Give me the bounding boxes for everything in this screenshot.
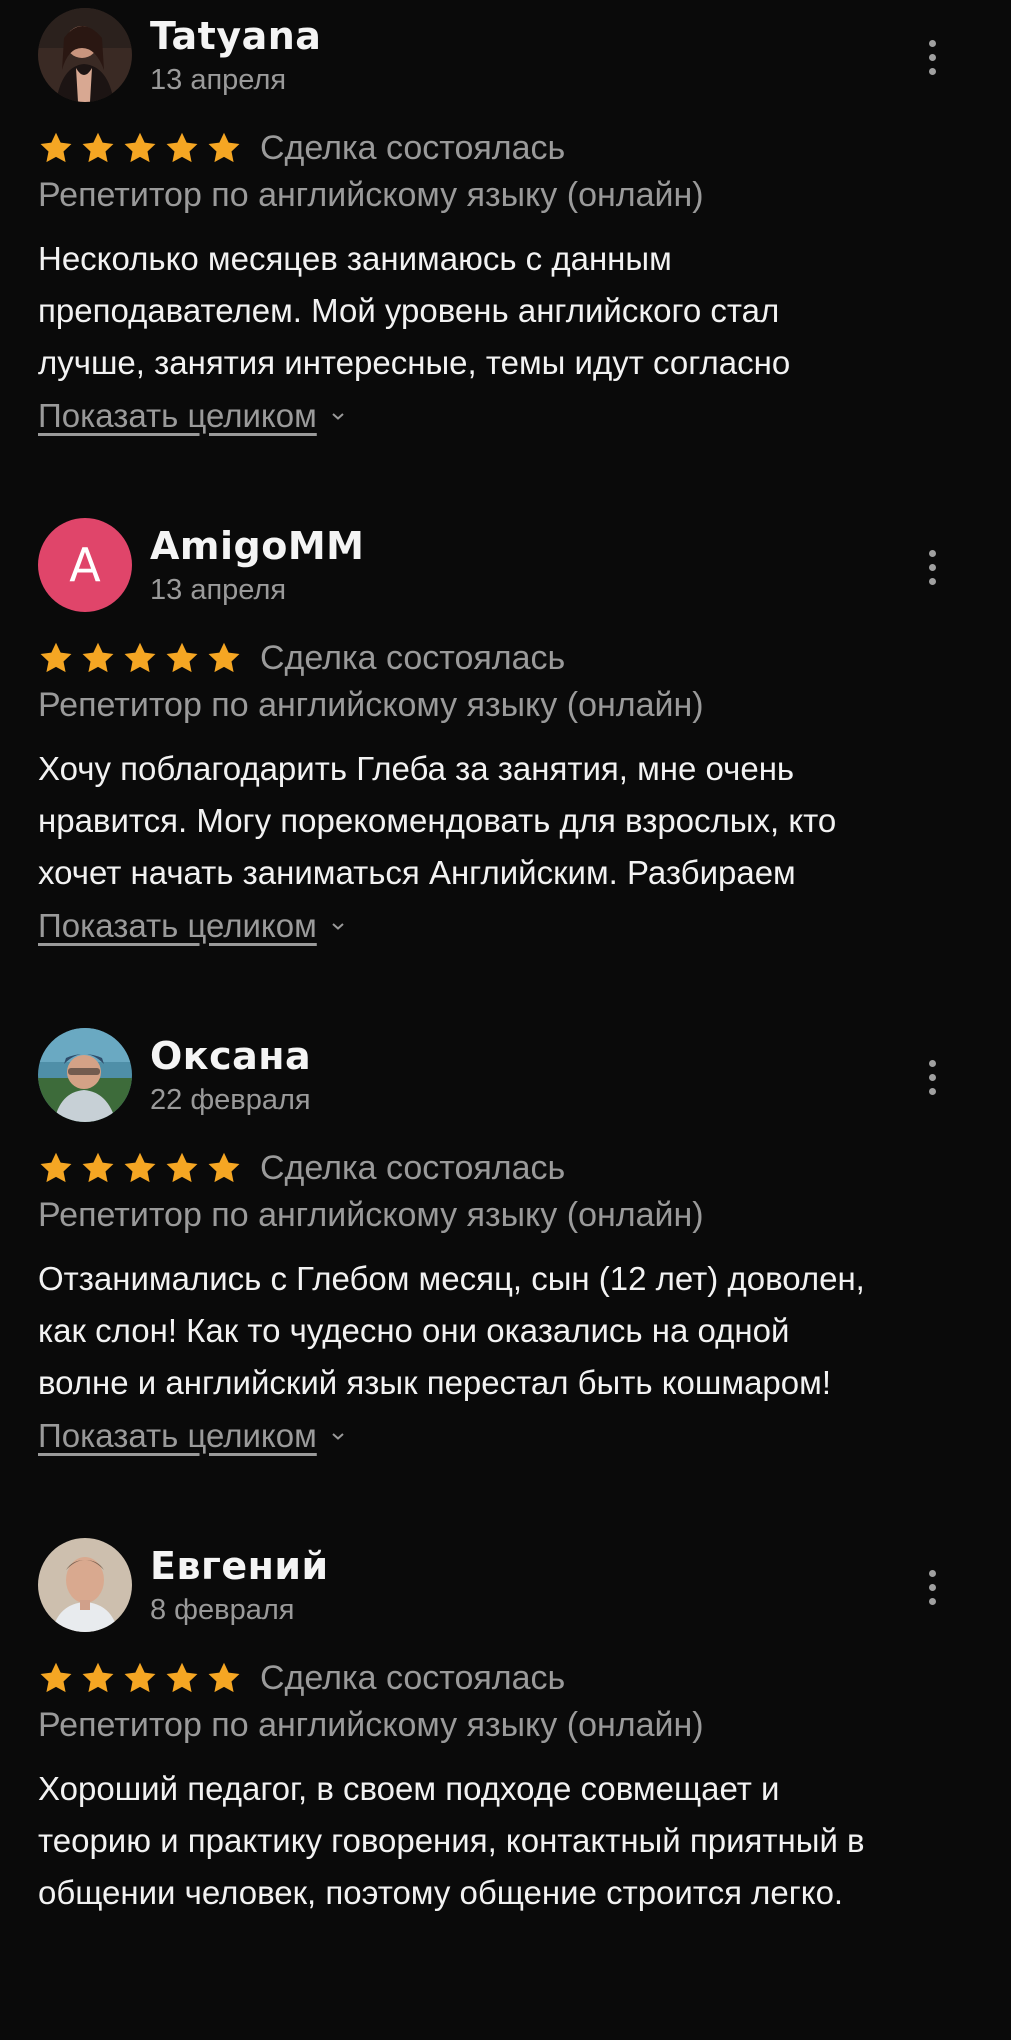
star-rating [38,640,242,676]
deal-status: Сделка состоялась [260,638,566,677]
service-name: Репетитор по английскому языку (онлайн) [38,1196,704,1234]
review-text: Хороший педагог, в своем подходе совмеща… [38,1763,978,1919]
service-name: Репетитор по английскому языку (онлайн) [38,1706,704,1744]
star-icon [166,1662,198,1693]
dot-icon [928,1073,936,1081]
more-options-button[interactable] [910,540,954,594]
review-text-line: теорию и практику говорения, контактный … [38,1822,865,1859]
star-icon [166,642,198,673]
review-text: Несколько месяцев занимаюсь с данным пре… [38,233,978,389]
show-full-label[interactable]: Показать целиком [38,1417,317,1455]
star-icon [208,1152,240,1183]
star-rating [38,130,242,166]
star-icon [40,132,72,163]
star-rating [38,1150,242,1186]
review-text-line: Отзанимались с Глебом месяц, сын (12 лет… [38,1260,865,1297]
review-text-line: Несколько месяцев занимаюсь с данным [38,240,672,277]
dot-icon [928,1059,936,1067]
more-options-button[interactable] [910,1050,954,1104]
star-icon [82,132,114,163]
avatar-letter: A [69,538,101,592]
service-name: Репетитор по английскому языку (онлайн) [38,686,704,724]
star-icon [124,132,156,163]
more-options-button[interactable] [910,1560,954,1614]
dot-icon [928,577,936,585]
author-name: Оксана [150,1034,312,1078]
review-date: 22 февраля [150,1084,311,1116]
review-text-line: общении человек, поэтому общение строитс… [38,1874,844,1911]
show-full-link[interactable]: Показать целиком [38,907,345,945]
star-icon [82,1152,114,1183]
dot-icon [928,53,936,61]
star-icon [166,132,198,163]
dot-icon [928,1597,936,1605]
dot-icon [928,563,936,571]
rating-row: Сделка состоялась [38,1656,565,1700]
rating-row: Сделка состоялась [38,126,565,170]
avatar[interactable] [38,1538,132,1632]
show-full-label[interactable]: Показать целиком [38,397,317,435]
review-card: Евгений 8 февраля Сделка состоялась Репе… [0,1530,1011,2040]
dot-icon [928,1569,936,1577]
review-date: 13 апреля [150,574,287,606]
more-options-button[interactable] [910,30,954,84]
deal-status: Сделка состоялась [260,1658,566,1697]
star-icon [208,642,240,673]
star-icon [124,1152,156,1183]
review-text-line: лучше, занятия интересные, темы идут сог… [38,344,791,381]
review-text: Отзанимались с Глебом месяц, сын (12 лет… [38,1253,978,1409]
star-icon [82,642,114,673]
chevron-down-icon [332,923,344,930]
deal-status: Сделка состоялась [260,1148,566,1187]
chevron-down-icon [332,1433,344,1440]
star-icon [40,642,72,673]
show-full-label[interactable]: Показать целиком [38,907,317,945]
author-name: Tatyana [150,14,322,58]
show-full-link[interactable]: Показать целиком [38,1417,345,1455]
review-card: Tatyana 13 апреля Сделка состоялась Репе… [0,0,1011,510]
review-text-line: волне и английский язык перестал быть ко… [38,1364,831,1401]
star-icon [208,132,240,163]
star-icon [40,1152,72,1183]
star-icon [124,1662,156,1693]
dot-icon [928,1583,936,1591]
dot-icon [928,39,936,47]
star-icon [208,1662,240,1693]
review-date: 13 апреля [150,64,287,96]
star-icon [166,1152,198,1183]
rating-row: Сделка состоялась [38,636,565,680]
review-card: Оксана 22 февраля Сделка состоялась Репе… [0,1020,1011,1530]
avatar[interactable] [38,1028,132,1122]
deal-status: Сделка состоялась [260,128,566,167]
avatar[interactable] [38,8,132,102]
review-text-line: как слон! Как то чудесно они оказались н… [38,1312,790,1349]
review-card: A AmigoMM 13 апреля Сделка состоялась Ре… [0,510,1011,1020]
dot-icon [928,549,936,557]
star-icon [82,1662,114,1693]
star-icon [124,642,156,673]
review-text: Хочу поблагодарить Глеба за занятия, мне… [38,743,978,899]
rating-row: Сделка состоялась [38,1146,565,1190]
star-rating [38,1660,242,1696]
review-text-line: Хороший педагог, в своем подходе совмеща… [38,1770,780,1807]
chevron-down-icon [332,413,344,420]
review-text-line: нравится. Могу порекомендовать для взрос… [38,802,837,839]
dot-icon [928,1087,936,1095]
review-text-line: преподавателем. Мой уровень английского … [38,292,780,329]
service-name: Репетитор по английскому языку (онлайн) [38,176,704,214]
author-name: Евгений [150,1544,329,1588]
review-text-line: Хочу поблагодарить Глеба за занятия, мне… [38,750,795,787]
review-text-line: хочет начать заниматься Английским. Разб… [38,854,796,891]
review-date: 8 февраля [150,1594,295,1626]
avatar[interactable]: A [38,518,132,612]
show-full-link[interactable]: Показать целиком [38,397,345,435]
star-icon [40,1662,72,1693]
dot-icon [928,67,936,75]
author-name: AmigoMM [150,524,365,568]
